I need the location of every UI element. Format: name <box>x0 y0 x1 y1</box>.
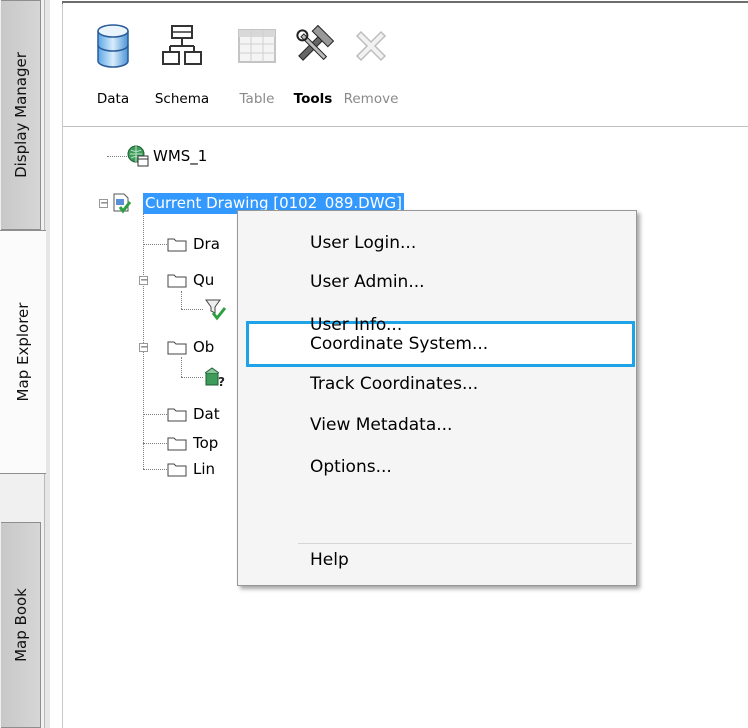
schema-button-label: Schema <box>154 91 210 107</box>
tree-node-child[interactable]: Dra <box>167 232 220 256</box>
child-label: Qu <box>193 271 215 289</box>
tree-connector <box>107 156 127 157</box>
menu-item-options[interactable]: Options... <box>310 449 392 485</box>
tree-connector <box>143 443 169 444</box>
tree-connector <box>143 414 169 415</box>
folder-icon <box>167 341 187 355</box>
object-class-icon: ? <box>204 367 225 389</box>
schema-icon <box>160 21 204 71</box>
database-icon <box>91 21 135 71</box>
tree-connector <box>181 377 203 378</box>
tree-node-child[interactable]: Ob <box>167 335 214 359</box>
table-button[interactable]: Table <box>233 21 281 107</box>
folder-icon <box>167 463 187 477</box>
menu-item-user-login[interactable]: User Login... <box>310 225 416 261</box>
tree-node-wms[interactable]: WMS_1 <box>127 144 207 168</box>
wms-globe-icon <box>127 145 149 167</box>
data-button-label: Data <box>96 91 130 107</box>
data-button[interactable]: Data <box>87 21 139 107</box>
child-label: Dat <box>193 405 220 423</box>
tree-node-child[interactable]: Lin <box>167 457 215 481</box>
child-label: Top <box>193 434 219 452</box>
folder-icon <box>167 238 187 252</box>
tab-display-manager-label: Display Manager <box>11 52 30 178</box>
tree-connector <box>181 291 182 309</box>
menu-item-user-admin[interactable]: User Admin... <box>310 264 425 300</box>
tree-connector <box>181 357 182 377</box>
menu-item-help[interactable]: Help <box>310 542 349 578</box>
tab-map-book-label: Map Book <box>11 588 30 662</box>
folder-icon <box>167 274 187 288</box>
remove-x-icon <box>349 21 393 71</box>
svg-text:?: ? <box>218 375 225 389</box>
tree-node-child[interactable]: Top <box>167 431 218 455</box>
tab-map-explorer-label: Map Explorer <box>14 302 32 402</box>
collapse-query[interactable]: − <box>139 276 148 286</box>
child-label: Ob <box>193 338 215 356</box>
menu-item-view-metadata[interactable]: View Metadata... <box>310 407 452 443</box>
tree-node-child[interactable]: Qu <box>167 268 214 292</box>
remove-button-label: Remove <box>343 91 399 107</box>
wms-label: WMS_1 <box>153 147 208 165</box>
tools-button-label: Tools <box>293 91 333 107</box>
collapse-object-classes[interactable]: − <box>139 343 148 353</box>
query-filter-icon <box>205 299 227 321</box>
folder-icon <box>167 408 187 422</box>
tree-connector <box>181 309 203 310</box>
tools-button[interactable]: Tools <box>287 21 339 107</box>
tab-display-manager[interactable]: Display Manager <box>1 0 41 230</box>
tree-node-child[interactable]: Dat <box>167 402 220 426</box>
toolbar: Data Schema Table Tools Remove <box>63 3 748 127</box>
tab-map-book[interactable]: Map Book <box>1 522 41 728</box>
menu-item-track-coordinates[interactable]: Track Coordinates... <box>310 366 478 402</box>
child-label: Dra <box>193 235 220 253</box>
context-menu: User Login... User Admin... User Info...… <box>237 210 637 586</box>
tools-icon <box>291 21 335 71</box>
tree-connector <box>143 244 169 245</box>
collapse-current-drawing[interactable]: − <box>99 199 108 209</box>
menu-item-coordinate-system[interactable]: Coordinate System... <box>310 326 488 362</box>
folder-icon <box>167 437 187 451</box>
tab-map-explorer[interactable]: Map Explorer <box>0 230 46 474</box>
schema-button[interactable]: Schema <box>151 21 213 107</box>
tree-connector <box>143 469 169 470</box>
remove-button[interactable]: Remove <box>339 21 403 107</box>
drawing-icon <box>113 193 132 214</box>
table-icon <box>235 21 279 71</box>
tree-connector <box>143 213 144 469</box>
table-button-label: Table <box>239 91 275 107</box>
child-label: Lin <box>193 460 216 478</box>
side-tab-strip: Display Manager Map Explorer Map Book <box>0 0 50 728</box>
